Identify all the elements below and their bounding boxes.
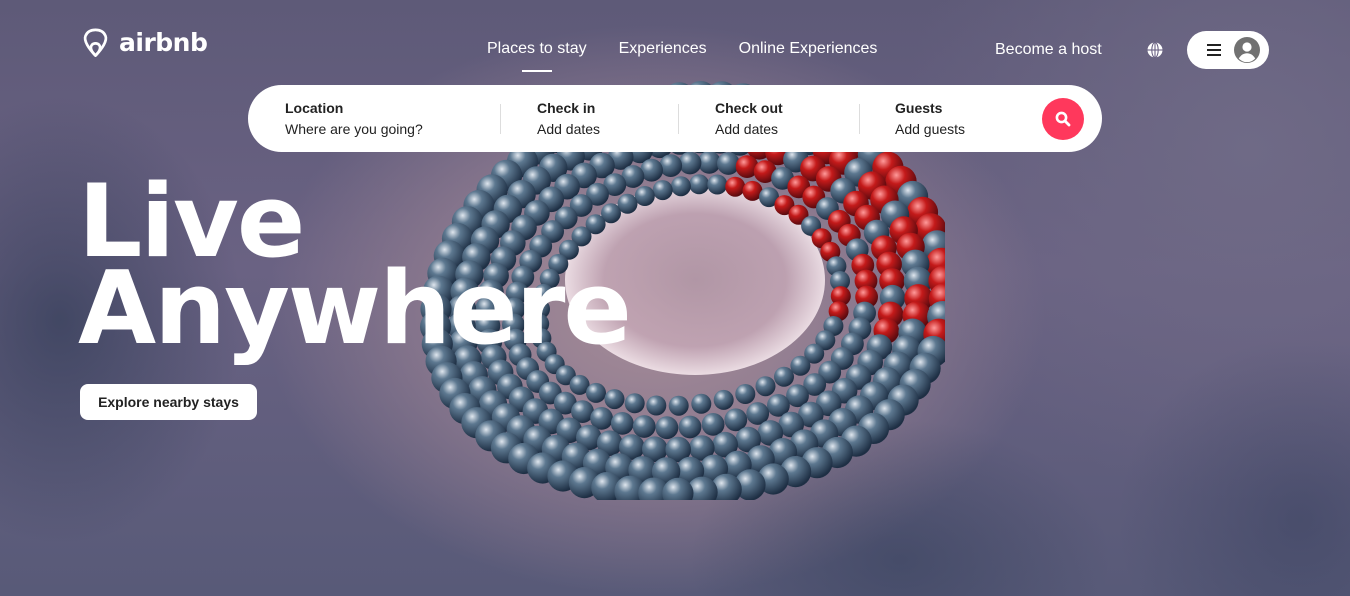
search-bar: Location Check in Add dates Check out Ad…: [248, 85, 1102, 152]
check-in-field[interactable]: Check in Add dates: [537, 100, 600, 137]
search-icon: [1055, 111, 1071, 127]
sculpture-bead: [707, 174, 728, 195]
location-label: Location: [285, 100, 344, 116]
sculpture-bead: [652, 180, 673, 201]
user-avatar-icon: [1234, 37, 1260, 63]
sculpture-bead: [689, 174, 710, 195]
hero-section: airbnb Places to stay Experiences Online…: [0, 0, 1350, 596]
become-a-host-link[interactable]: Become a host: [995, 41, 1102, 59]
sculpture-bead: [691, 393, 712, 414]
explore-nearby-stays-button[interactable]: Explore nearby stays: [80, 384, 257, 420]
sculpture-bead: [678, 415, 702, 439]
brand-name: airbnb: [119, 28, 208, 57]
airbnb-logo-icon: [83, 28, 108, 57]
check-out-label: Check out: [715, 100, 783, 116]
sculpture-bead: [586, 382, 606, 403]
search-divider: [500, 104, 501, 134]
sculpture-bead: [678, 151, 702, 175]
hamburger-menu-icon: [1207, 44, 1221, 56]
sculpture-bead: [701, 413, 725, 436]
sculpture-bead: [646, 395, 667, 416]
sculpture-bead: [624, 393, 645, 414]
sculpture-bead: [713, 389, 734, 410]
sculpture-bead: [632, 415, 656, 438]
sculpture-bead: [655, 416, 679, 440]
sculpture-bead: [755, 376, 776, 397]
nav-online-experiences[interactable]: Online Experiences: [739, 40, 878, 58]
sculpture-bead: [790, 355, 811, 376]
guests-field[interactable]: Guests Add guests: [895, 100, 965, 137]
sculpture-bead: [725, 176, 746, 197]
search-divider: [678, 104, 679, 134]
sculpture-bead: [659, 154, 683, 177]
sculpture-bead: [604, 389, 625, 410]
sculpture-bead: [670, 176, 691, 197]
sculpture-bead: [735, 384, 756, 404]
location-input[interactable]: [285, 121, 465, 137]
guests-value: Add guests: [895, 121, 966, 137]
hero-headline: Live Anywhere: [78, 171, 632, 367]
nav-experiences[interactable]: Experiences: [619, 40, 707, 58]
check-out-field[interactable]: Check out Add dates: [715, 100, 783, 137]
search-button[interactable]: [1042, 98, 1084, 140]
check-in-label: Check in: [537, 100, 596, 116]
sculpture-bead: [774, 366, 794, 387]
check-out-value: Add dates: [715, 121, 779, 137]
check-in-value: Add dates: [537, 121, 601, 137]
airbnb-logo[interactable]: airbnb: [80, 26, 208, 59]
main-nav: Places to stay Experiences Online Experi…: [487, 40, 877, 58]
search-divider: [859, 104, 860, 134]
location-field[interactable]: Location: [285, 100, 465, 137]
user-menu-button[interactable]: [1187, 31, 1269, 69]
sculpture-bead: [668, 395, 689, 416]
globe-icon[interactable]: [1146, 41, 1164, 59]
headline-line-2: Anywhere: [78, 249, 632, 367]
nav-places-to-stay[interactable]: Places to stay: [487, 40, 587, 58]
sculpture-bead: [634, 186, 655, 206]
guests-label: Guests: [895, 100, 943, 116]
